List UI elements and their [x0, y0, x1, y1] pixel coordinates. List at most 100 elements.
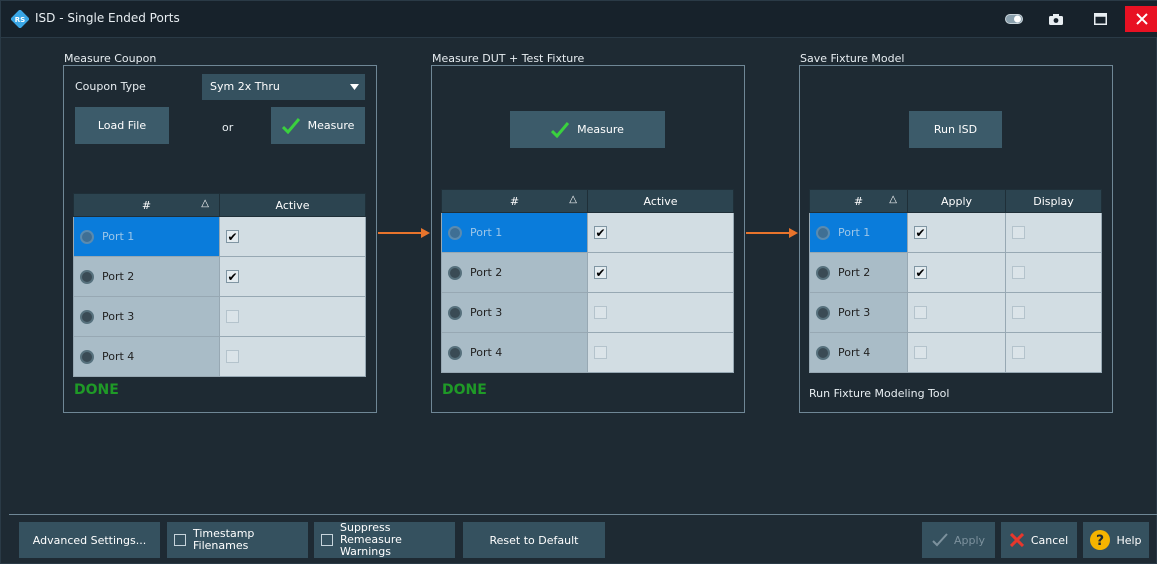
port-cell[interactable]: Port 3: [441, 292, 588, 333]
port-cell-content: Port 3: [74, 297, 219, 336]
advanced-settings-button[interactable]: Advanced Settings...: [19, 522, 160, 558]
col-hash-label: #: [141, 198, 152, 212]
coupon-type-value: Sym 2x Thru: [210, 80, 280, 93]
port-cell[interactable]: Port 3: [73, 296, 220, 337]
table-row[interactable]: Port 3: [441, 292, 734, 333]
apply-checkbox[interactable]: [914, 346, 927, 359]
active-checkbox[interactable]: [594, 346, 607, 359]
port-label: Port 1: [838, 226, 871, 239]
table-row[interactable]: Port 2 ✔: [441, 252, 734, 293]
checkbox-cell: ✔: [587, 252, 734, 293]
active-checkbox[interactable]: [594, 306, 607, 319]
port-cell[interactable]: Port 1: [73, 216, 220, 257]
active-checkbox[interactable]: [226, 350, 239, 363]
col-hash-header[interactable]: # △: [73, 193, 220, 217]
table-row[interactable]: Port 1 ✔: [809, 212, 1102, 253]
port-cell[interactable]: Port 2: [73, 256, 220, 297]
table-row[interactable]: Port 4: [73, 336, 366, 377]
dut-port-table: # △ Active Port 1 ✔ Port 2 ✔ Port 3 Port 4: [441, 189, 734, 373]
port-icon: [80, 349, 94, 364]
fixture-port-table: # △ Apply Display Port 1 ✔ Port 2 ✔ Port 3 Por…: [809, 189, 1102, 373]
port-label: Port 2: [102, 270, 135, 283]
port-cell[interactable]: Port 2: [441, 252, 588, 293]
table-row[interactable]: Port 3: [73, 296, 366, 337]
port-cell[interactable]: Port 2: [809, 252, 908, 293]
active-checkbox[interactable]: ✔: [226, 270, 239, 283]
table-row[interactable]: Port 2 ✔: [809, 252, 1102, 293]
display-checkbox[interactable]: [1012, 226, 1025, 239]
active-checkbox[interactable]: [226, 310, 239, 323]
checkbox-cell: [1005, 212, 1102, 253]
col-active-label: Active: [275, 198, 310, 212]
col-display-label: Display: [1033, 194, 1074, 208]
port-cell[interactable]: Port 4: [73, 336, 220, 377]
apply-checkbox[interactable]: ✔: [914, 226, 927, 239]
close-icon: [1009, 533, 1024, 547]
checkbox-cell: [907, 332, 1006, 373]
coupon-type-label: Coupon Type: [75, 80, 146, 93]
checkmark-icon: ✔: [227, 269, 238, 284]
apply-checkbox[interactable]: ✔: [914, 266, 927, 279]
checkbox-cell: ✔: [587, 212, 734, 253]
checkmark-icon: ✔: [915, 265, 926, 280]
screenshot-button[interactable]: [1045, 7, 1067, 31]
port-icon: [448, 265, 462, 280]
port-icon: [448, 225, 462, 240]
title-bar: RS ISD - Single Ended Ports: [1, 1, 1157, 38]
coupon-type-select[interactable]: Sym 2x Thru: [202, 74, 365, 100]
table-row[interactable]: Port 3: [809, 292, 1102, 333]
table-row[interactable]: Port 4: [441, 332, 734, 373]
help-button[interactable]: ? Help: [1083, 522, 1149, 558]
apply-checkbox[interactable]: [914, 306, 927, 319]
table-row[interactable]: Port 4: [809, 332, 1102, 373]
checkbox-cell: [907, 292, 1006, 333]
checkbox-box: [174, 534, 186, 546]
active-checkbox[interactable]: ✔: [594, 226, 607, 239]
display-checkbox[interactable]: [1012, 306, 1025, 319]
checkbox-cell: ✔: [907, 212, 1006, 253]
col-hash-label: #: [853, 194, 864, 208]
timestamp-line2: Filenames: [193, 539, 249, 552]
port-cell[interactable]: Port 1: [809, 212, 908, 253]
table-row[interactable]: Port 1 ✔: [73, 216, 366, 257]
chevron-down-icon: [350, 84, 359, 90]
port-label: Port 3: [838, 306, 871, 319]
reset-to-default-button[interactable]: Reset to Default: [463, 522, 605, 558]
port-icon: [816, 265, 830, 280]
suppress-remeasure-checkbox[interactable]: Suppress Remeasure Warnings: [314, 522, 455, 558]
maximize-button[interactable]: [1089, 7, 1111, 31]
checkmark-icon: ✔: [595, 225, 606, 240]
port-cell-content: Port 2: [442, 253, 587, 292]
port-cell[interactable]: Port 3: [809, 292, 908, 333]
close-button[interactable]: [1125, 6, 1157, 32]
port-label: Port 2: [838, 266, 871, 279]
table-row[interactable]: Port 1 ✔: [441, 212, 734, 253]
checkbox-cell: ✔: [907, 252, 1006, 293]
dut-measure-label: Measure: [577, 123, 624, 136]
port-cell[interactable]: Port 1: [441, 212, 588, 253]
cancel-button[interactable]: Cancel: [1001, 522, 1077, 558]
checkmark-icon: ✔: [915, 225, 926, 240]
active-checkbox[interactable]: ✔: [594, 266, 607, 279]
dut-measure-button[interactable]: Measure: [510, 111, 665, 148]
port-label: Port 1: [470, 226, 503, 239]
display-checkbox[interactable]: [1012, 266, 1025, 279]
col-hash-header[interactable]: # △: [809, 189, 908, 213]
checkbox-cell: [219, 296, 366, 337]
port-cell[interactable]: Port 4: [809, 332, 908, 373]
apply-button[interactable]: Apply: [922, 522, 995, 558]
display-checkbox[interactable]: [1012, 346, 1025, 359]
timestamp-filenames-checkbox[interactable]: Timestamp Filenames: [167, 522, 308, 558]
isd-dialog: RS ISD - Single Ended Ports Measure Coup…: [0, 0, 1157, 564]
toggle-button[interactable]: [1001, 7, 1027, 31]
load-file-button[interactable]: Load File: [75, 107, 169, 144]
suppress-line2: Warnings: [340, 545, 391, 558]
col-hash-header[interactable]: # △: [441, 189, 588, 213]
port-icon: [448, 305, 462, 320]
coupon-measure-button[interactable]: Measure: [271, 107, 365, 144]
table-row[interactable]: Port 2 ✔: [73, 256, 366, 297]
active-checkbox[interactable]: ✔: [226, 230, 239, 243]
checkbox-cell: [1005, 252, 1102, 293]
port-cell[interactable]: Port 4: [441, 332, 588, 373]
run-isd-button[interactable]: Run ISD: [909, 111, 1002, 148]
